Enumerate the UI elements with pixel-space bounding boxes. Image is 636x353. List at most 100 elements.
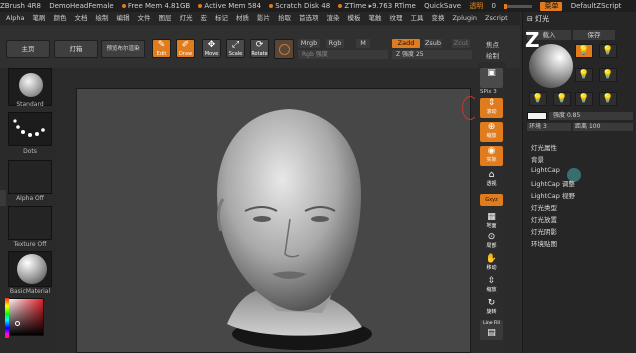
default-zscript[interactable]: DefaultZScript [571,2,622,10]
document-canvas[interactable] [76,88,471,353]
menu-item[interactable]: 宏 [200,14,207,22]
light-shadow-item[interactable]: 灯光阴影 [531,226,557,236]
distance-slider[interactable]: 距离 100 [573,123,633,131]
light-slot-2[interactable]: 💡 [599,44,617,58]
intensity-slider[interactable]: 强度 0.85 [549,112,633,120]
transparency-slider[interactable] [504,3,533,9]
menu-item[interactable]: 绘制 [95,14,108,22]
menu-item[interactable]: 渲染 [326,14,339,22]
move-3d-button[interactable]: ✋ 移动 [480,254,503,274]
zoom-3d-button[interactable]: ⇳ 缩放 [480,276,503,296]
actual-size-icon: ◉ [487,146,496,156]
rotate-3d-icon: ↻ [487,298,496,308]
light-type-item[interactable]: 灯光类型 [531,202,557,212]
light-preview-sphere[interactable] [529,44,573,88]
menu-item[interactable]: 文档 [74,14,87,22]
move-button[interactable]: ✥ Move [202,39,221,58]
zadd-button[interactable]: Zadd [392,39,420,48]
z-intensity-slider[interactable]: Z 强度 25 [392,50,472,59]
menu-item[interactable]: 首选项 [299,14,319,22]
rgb-button[interactable]: Rgb [326,39,344,48]
actual-button[interactable]: ◉ 实际 [480,146,503,166]
rotate-button[interactable]: ⟳ Rotate [250,39,269,58]
edit-button[interactable]: ✎ Edit [152,39,171,58]
light-color-swatch[interactable] [527,112,547,120]
material-thumbnail[interactable] [8,251,52,287]
polyframe-icon: ▤ [487,328,496,338]
menu-item[interactable]: 编辑 [116,14,129,22]
local-button[interactable]: ⊙ 局部 [480,232,503,252]
hue-strip[interactable] [5,298,9,338]
perspective-button[interactable]: ⌂ 透视 [480,170,503,190]
menu-item[interactable]: 笔刷 [32,14,45,22]
environment-map-item[interactable]: 环境贴图 [531,238,557,248]
color-picker[interactable] [5,298,44,338]
stroke-thumbnail[interactable] [8,112,52,146]
ambient-value: 3 [542,123,547,130]
xyz-button[interactable]: Gxyz [480,194,503,206]
transparency-value: 0 [491,2,497,10]
mrgb-button[interactable]: Mrgb [298,39,320,48]
lightbox-button[interactable]: 灯箱 [54,40,98,58]
panel-title[interactable]: ⊟ 灯光 [527,14,549,24]
menu-item[interactable]: Zscript [485,14,508,22]
zoom-button[interactable]: ⊕ 缩放 [480,122,503,142]
menu-item[interactable]: 模板 [347,14,360,22]
focal-shift-label[interactable]: 焦点 [486,39,499,49]
lightcap-adjust-item[interactable]: LightCap 调整 [531,178,575,188]
light-placement-item[interactable]: 灯光放置 [531,214,557,224]
light-slot-7[interactable]: 💡 [575,92,593,106]
home-button[interactable]: 主页 [6,40,50,58]
light-slot-3[interactable]: 💡 [575,68,593,82]
distance-value: 100 [588,123,601,130]
menu-item[interactable]: 标记 [215,14,228,22]
scroll-button[interactable]: ⇕ 滚动 [480,98,503,118]
alpha-thumbnail[interactable] [8,160,52,194]
title-bar: ZBrush 4R8 DemoHeadFemale Free Mem 4.81G… [0,0,636,12]
menu-item[interactable]: 文件 [137,14,150,22]
color-swatch-button[interactable] [274,39,294,59]
lightcap-horizon-item[interactable]: LightCap 视野 [531,190,575,200]
menu-item[interactable]: Zplugin [452,14,477,22]
scale-button[interactable]: ⤢ Scale [226,39,245,58]
background-item[interactable]: 背景 [531,154,544,164]
left-shelf-collapse-handle[interactable] [0,190,6,206]
bpr-button[interactable]: ▣ [480,68,503,88]
ambient-slider[interactable]: 环境 3 [527,123,571,131]
light-slot-4[interactable]: 💡 [599,68,617,82]
save-button[interactable]: 保存 [573,30,615,40]
light-slot-8[interactable]: 💡 [599,92,617,106]
texture-thumbnail[interactable] [8,206,52,240]
draw-size-label[interactable]: 绘制 [486,50,499,60]
zsub-button[interactable]: Zsub [424,39,442,48]
head-model [216,109,372,350]
draw-button[interactable]: ✐ Draw [176,39,195,58]
spix-control[interactable]: SPix 3 [480,89,497,95]
menu-item[interactable]: 工具 [410,14,423,22]
quicksave-button[interactable]: QuickSave [424,2,461,10]
menu-button[interactable]: 菜单 [540,2,563,11]
light-properties-item[interactable]: 灯光属性 [531,142,557,152]
m-button[interactable]: M [356,39,370,48]
line-fill-button[interactable]: Line Fill ▤ [480,320,503,340]
menu-item[interactable]: 颜色 [53,14,66,22]
menu-item[interactable]: 材质 [236,14,249,22]
rotate-3d-button[interactable]: ↻ 旋转 [480,298,503,318]
menu-item[interactable]: 灯光 [179,14,192,22]
menu-item[interactable]: 纹理 [389,14,402,22]
menu-item[interactable]: 笔触 [368,14,381,22]
menu-item[interactable]: 拾取 [278,14,291,22]
floor-button[interactable]: ▦ 地面 [480,212,503,232]
menu-item[interactable]: Alpha [6,14,24,22]
menu-item[interactable]: 变换 [431,14,444,22]
rgb-intensity-slider[interactable]: Rgb 强度 [298,50,388,59]
boolean-preview-button[interactable]: 预览布尔渲染 [101,40,145,58]
menu-item[interactable]: 影片 [257,14,270,22]
floor-icon: ▦ [487,212,496,222]
light-slot-1[interactable]: 💡 [575,44,593,58]
light-slot-5[interactable]: 💡 [529,92,547,106]
light-slot-6[interactable]: 💡 [553,92,571,106]
lightcap-item[interactable]: LightCap [531,166,560,174]
zcut-button[interactable]: Zcut [452,39,470,48]
menu-item[interactable]: 图层 [158,14,171,22]
